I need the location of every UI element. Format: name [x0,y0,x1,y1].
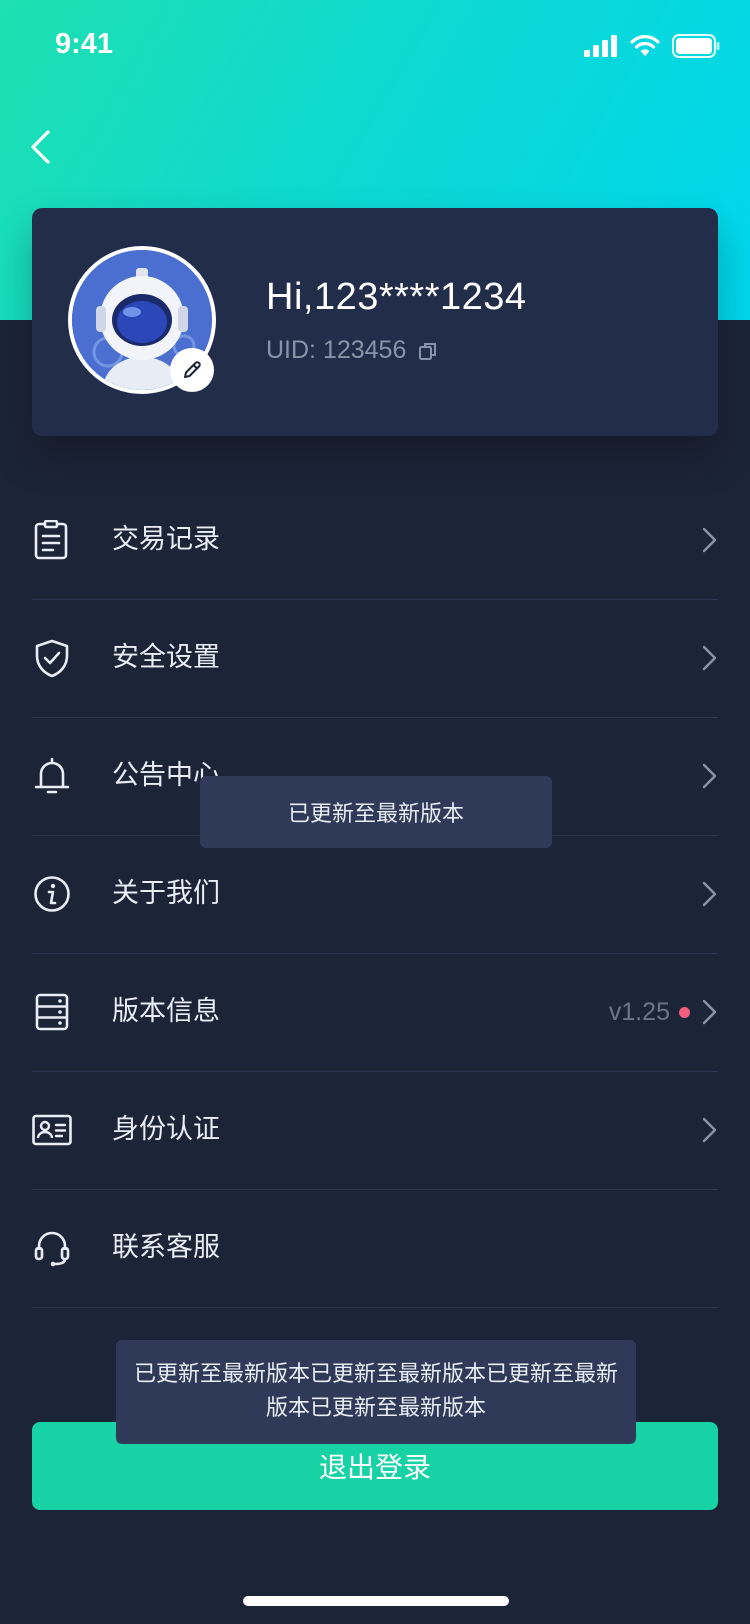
uid-text: UID: 123456 [266,336,407,364]
battery-icon [672,34,720,58]
document-list-icon [34,520,68,560]
info-icon [34,876,70,912]
chevron-left-icon [31,130,50,164]
chevron-right-icon [702,1117,717,1143]
avatar-container [68,246,216,394]
menu-item-label: 版本信息 [112,996,220,1027]
menu-item-about-us[interactable]: 关于我们 [32,836,718,954]
status-icons [584,34,720,58]
shield-check-icon [35,639,69,678]
profile-card: Hi,123****1234 UID: 123456 [32,208,718,436]
menu-item-label: 交易记录 [112,524,220,555]
signal-icon [584,35,617,57]
headset-icon [34,1231,70,1267]
update-badge [679,1007,690,1018]
menu-item-transaction-records[interactable]: 交易记录 [32,482,718,600]
username: Hi,123****1234 [266,276,527,318]
chevron-right-icon [702,527,717,553]
chevron-right-icon [702,645,717,671]
back-button[interactable] [22,122,62,172]
settings-menu: 交易记录 安全设置 公告中心 关于我们 版本信息 v1.25 身份认证 联系客服 [32,482,718,1308]
menu-item-label: 身份认证 [112,1114,220,1145]
menu-item-version-info[interactable]: 版本信息 v1.25 [32,954,718,1072]
chevron-right-icon [702,999,717,1025]
menu-item-label: 关于我们 [112,878,220,909]
copy-uid-button[interactable] [418,341,438,361]
pencil-icon [184,361,201,378]
status-time: 9:41 [55,28,114,60]
toast-message-long: 已更新至最新版本已更新至最新版本已更新至最新版本已更新至最新版本 [116,1340,636,1444]
chevron-right-icon [702,763,717,789]
status-bar: 9:41 [0,0,750,96]
menu-item-label: 联系客服 [112,1232,220,1263]
server-icon [35,993,69,1031]
toast-message: 已更新至最新版本 [200,776,552,848]
id-card-icon [32,1114,72,1146]
chevron-right-icon [702,881,717,907]
bell-icon [34,757,70,794]
wifi-icon [630,35,660,56]
menu-item-security-settings[interactable]: 安全设置 [32,600,718,718]
version-number: v1.25 [608,998,670,1026]
menu-item-contact-support[interactable]: 联系客服 [32,1190,718,1308]
uid-row: UID: 123456 [266,336,438,365]
copy-icon [419,342,437,360]
menu-item-identity-verification[interactable]: 身份认证 [32,1072,718,1190]
menu-item-label: 安全设置 [112,642,220,673]
edit-avatar-button[interactable] [170,348,214,392]
home-indicator [243,1596,509,1606]
